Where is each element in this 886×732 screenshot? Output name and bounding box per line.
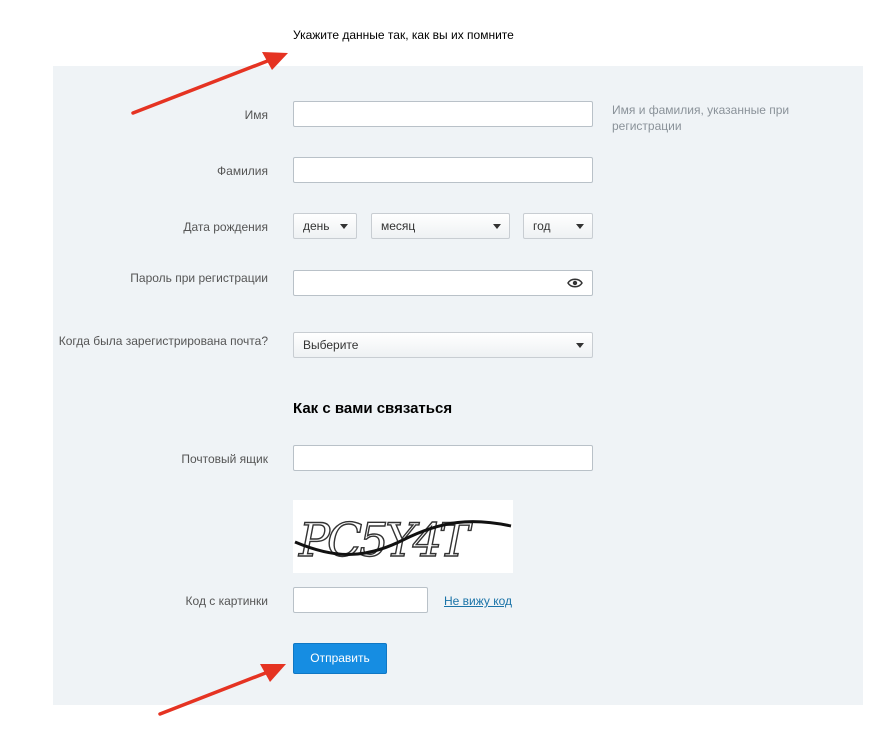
submit-button[interactable]: Отправить xyxy=(293,643,387,674)
chevron-down-icon xyxy=(340,224,348,229)
captcha-image: PC5Y4T xyxy=(293,500,513,573)
registered-when-select[interactable]: Выберите xyxy=(293,332,593,358)
birth-month-select[interactable]: месяц xyxy=(371,213,510,239)
name-hint: Имя и фамилия, указанные при регистрации xyxy=(612,103,790,133)
chevron-down-icon xyxy=(576,343,584,348)
captcha-code-input[interactable] xyxy=(293,587,428,613)
recovery-form-panel: Имя Имя и фамилия, указанные при регистр… xyxy=(53,66,863,705)
first-name-label: Имя xyxy=(244,108,268,122)
captcha-code-label: Код с картинки xyxy=(185,594,268,608)
password-label: Пароль при регистрации xyxy=(130,271,268,285)
contact-heading: Как с вами связаться xyxy=(293,400,453,417)
first-name-input[interactable] xyxy=(293,101,593,127)
registered-when-label: Когда была зарегистрирована почта? xyxy=(58,334,268,348)
password-input[interactable] xyxy=(293,270,593,296)
intro-text: Укажите данные так, как вы их помните xyxy=(293,28,514,42)
last-name-label: Фамилия xyxy=(217,164,268,178)
birth-year-select[interactable]: год xyxy=(523,213,593,239)
mailbox-input[interactable] xyxy=(293,445,593,471)
eye-icon[interactable] xyxy=(567,277,583,289)
birth-month-value: месяц xyxy=(381,219,416,233)
chevron-down-icon xyxy=(493,224,501,229)
mailbox-label: Почтовый ящик xyxy=(181,452,268,466)
birth-day-value: день xyxy=(303,219,330,233)
last-name-input[interactable] xyxy=(293,157,593,183)
birth-year-value: год xyxy=(533,219,551,233)
birthdate-label: Дата рождения xyxy=(183,220,268,234)
registered-when-value: Выберите xyxy=(303,338,359,352)
chevron-down-icon xyxy=(576,224,584,229)
cant-see-code-link[interactable]: Не вижу код xyxy=(444,594,512,608)
birth-day-select[interactable]: день xyxy=(293,213,357,239)
captcha-text: PC5Y4T xyxy=(298,513,473,567)
